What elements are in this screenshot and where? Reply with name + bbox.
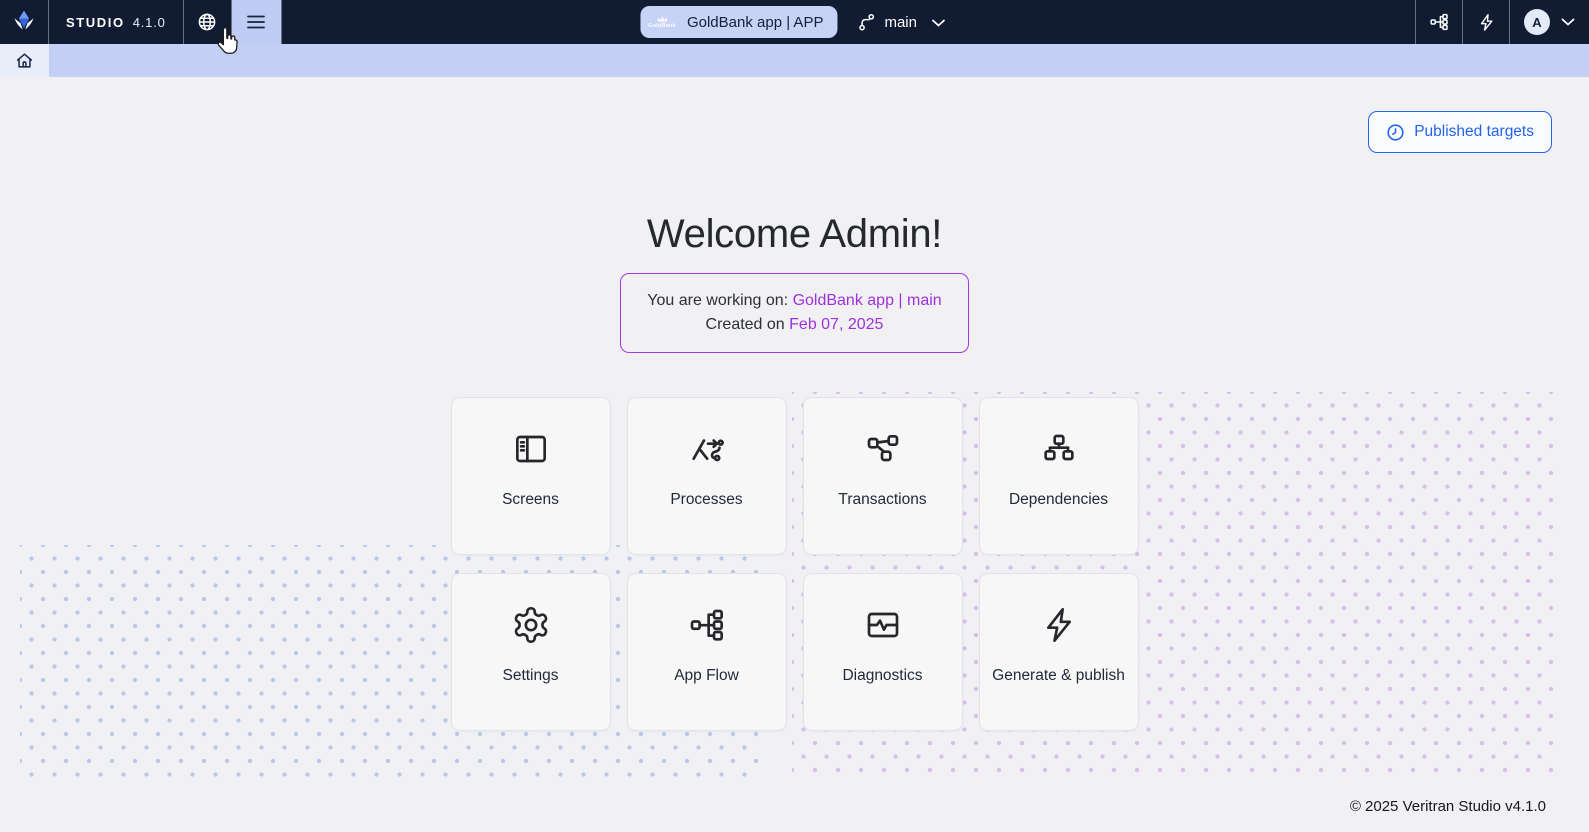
page-title: Welcome Admin! bbox=[647, 212, 942, 257]
generate-publish-shortcut-button[interactable] bbox=[1462, 0, 1509, 44]
created-on-date: Feb 07, 2025 bbox=[789, 316, 883, 333]
working-on-app-branch-link[interactable]: GoldBank app | main bbox=[793, 292, 942, 309]
card-transactions[interactable]: Transactions bbox=[803, 397, 963, 555]
card-diagnostics[interactable]: Diagnostics bbox=[803, 573, 963, 731]
card-generate-publish[interactable]: Generate & publish bbox=[979, 573, 1139, 731]
working-on-line: You are working on: GoldBank app | main bbox=[647, 289, 941, 313]
veritran-logo[interactable] bbox=[0, 0, 49, 44]
branch-name: main bbox=[884, 14, 917, 31]
diagnostics-icon bbox=[863, 605, 903, 645]
card-label: App Flow bbox=[674, 667, 739, 685]
branch-selector[interactable]: main bbox=[856, 12, 946, 32]
studio-version: 4.1.0 bbox=[133, 15, 166, 30]
dependencies-icon bbox=[1039, 429, 1079, 469]
card-dependencies[interactable]: Dependencies bbox=[979, 397, 1139, 555]
top-bar-left: STUDIO 4.1.0 bbox=[0, 0, 282, 44]
app-flow-icon bbox=[687, 605, 727, 645]
processes-icon bbox=[687, 429, 727, 469]
globe-icon bbox=[196, 11, 218, 33]
card-label: Processes bbox=[670, 491, 742, 509]
card-label: Diagnostics bbox=[842, 667, 922, 685]
app-flow-shortcut-button[interactable] bbox=[1415, 0, 1462, 44]
card-label: Settings bbox=[502, 667, 558, 685]
screens-icon bbox=[511, 429, 551, 469]
chevron-down-icon bbox=[1560, 17, 1576, 27]
clock-icon bbox=[1386, 123, 1405, 142]
footer-copyright: © 2025 Veritran Studio v4.1.0 bbox=[1350, 798, 1546, 815]
transactions-icon bbox=[863, 429, 903, 469]
brand: STUDIO 4.1.0 bbox=[49, 0, 184, 44]
hamburger-icon bbox=[246, 13, 266, 31]
current-app-badge[interactable]: GoldBank GoldBank app | APP bbox=[640, 6, 838, 38]
card-label: Screens bbox=[502, 491, 559, 509]
veritran-logo-icon bbox=[11, 9, 37, 35]
breadcrumb-bar bbox=[0, 44, 1589, 77]
studio-wordmark: STUDIO bbox=[66, 15, 125, 30]
top-bar-center: GoldBank GoldBank app | APP main bbox=[640, 0, 946, 44]
home-icon bbox=[14, 50, 35, 71]
avatar: A bbox=[1524, 9, 1550, 35]
top-bar-right: A bbox=[1415, 0, 1589, 44]
studio-app: STUDIO 4.1.0 bbox=[0, 0, 1589, 832]
lightning-icon bbox=[1477, 13, 1496, 32]
published-targets-button[interactable]: Published targets bbox=[1368, 111, 1552, 153]
published-targets-label: Published targets bbox=[1414, 123, 1534, 141]
card-app-flow[interactable]: App Flow bbox=[627, 573, 787, 731]
chevron-down-icon bbox=[930, 18, 946, 28]
card-label: Dependencies bbox=[1009, 491, 1108, 509]
top-bar: STUDIO 4.1.0 bbox=[0, 0, 1589, 44]
main-content: Published targets Welcome Admin! You are… bbox=[0, 77, 1589, 832]
card-screens[interactable]: Screens bbox=[451, 397, 611, 555]
main-menu-button[interactable] bbox=[232, 0, 282, 44]
card-label: Transactions bbox=[838, 491, 926, 509]
language-globe-button[interactable] bbox=[184, 0, 232, 44]
welcome-section: Welcome Admin! You are working on: GoldB… bbox=[0, 212, 1589, 731]
flow-icon bbox=[1429, 12, 1449, 32]
created-on-line: Created on Feb 07, 2025 bbox=[647, 313, 941, 337]
crown-icon bbox=[656, 15, 668, 23]
generate-publish-icon bbox=[1039, 605, 1079, 645]
card-label: Generate & publish bbox=[992, 667, 1125, 685]
modules-grid: Screens Processes bbox=[451, 397, 1139, 731]
created-on-prefix: Created on bbox=[706, 316, 790, 333]
goldbank-mini-logo-text: GoldBank bbox=[648, 24, 676, 30]
card-processes[interactable]: Processes bbox=[627, 397, 787, 555]
goldbank-mini-logo: GoldBank bbox=[646, 15, 678, 30]
card-settings[interactable]: Settings bbox=[451, 573, 611, 731]
working-on-box: You are working on: GoldBank app | main … bbox=[620, 273, 968, 353]
git-branch-icon bbox=[856, 12, 876, 32]
home-button[interactable] bbox=[0, 44, 49, 77]
user-menu[interactable]: A bbox=[1509, 0, 1589, 44]
working-on-prefix: You are working on: bbox=[647, 292, 792, 309]
current-app-label: GoldBank app | APP bbox=[687, 14, 824, 31]
settings-icon bbox=[511, 605, 551, 645]
